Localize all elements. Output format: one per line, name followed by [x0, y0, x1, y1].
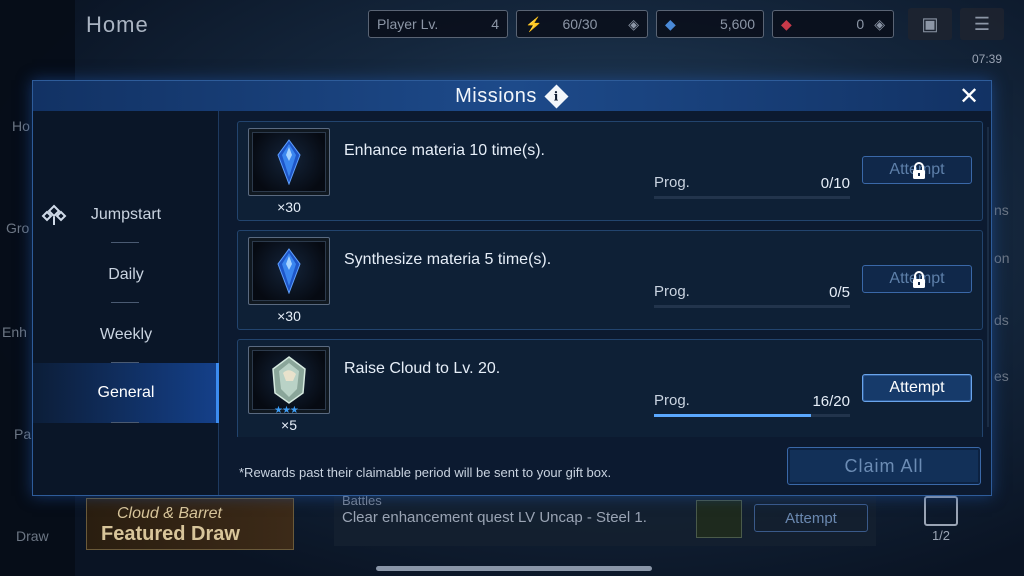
mission-list-scrollbar[interactable]	[987, 127, 989, 427]
red-crystal-box[interactable]: ◆ 0 ◈	[772, 10, 894, 38]
side-nav-group[interactable]: Gro	[6, 220, 29, 236]
mission-row: ★★★ ×5 Raise Cloud to Lv. 20. Prog. 16/2…	[237, 339, 983, 437]
reward-quantity: ×5	[281, 417, 297, 433]
tab-jumpstart[interactable]: Jumpstart	[33, 185, 219, 245]
mission-description: Synthesize materia 5 time(s).	[344, 251, 552, 268]
stamina-value: 60/30	[562, 16, 598, 32]
tab-weekly[interactable]: Weekly	[33, 305, 219, 365]
progress-value: 0/10	[820, 175, 850, 192]
side-nav-draw[interactable]: Draw	[16, 528, 49, 544]
progress-value: 16/20	[812, 393, 850, 410]
add-stamina-icon[interactable]: ◈	[628, 16, 639, 33]
dialog-header: Missions i ✕	[33, 81, 991, 111]
tab-daily[interactable]: Daily	[33, 245, 219, 305]
player-level-label: Player Lv.	[377, 16, 439, 32]
mission-row: ×30 Synthesize materia 5 time(s). Prog. …	[237, 230, 983, 330]
tab-divider	[111, 302, 139, 303]
screen-title: Home	[86, 12, 149, 37]
side-nav-enhance[interactable]: Enh	[2, 324, 27, 340]
player-level-box[interactable]: Player Lv. 4	[368, 10, 508, 38]
quest-strip: Battles Clear enhancement quest LV Uncap…	[334, 493, 876, 546]
quest-description: Clear enhancement quest LV Uncap - Steel…	[342, 509, 647, 526]
missions-dialog: Missions i ✕ Jumpstart Daily Weekly Gene…	[32, 80, 992, 496]
tab-divider	[111, 422, 139, 423]
stamina-box[interactable]: ⚡ 60/30 ◈	[516, 10, 648, 38]
materia-crystal-icon	[277, 248, 301, 294]
quest-attempt-button[interactable]: Attempt	[754, 504, 868, 532]
banner-title: Featured Draw	[101, 523, 240, 545]
reward-item	[248, 237, 330, 305]
blue-gem-icon: ◆	[665, 15, 676, 32]
close-icon[interactable]: ✕	[955, 82, 983, 110]
info-glyph: i	[554, 89, 560, 103]
gift-box-area[interactable]: 1/2	[916, 496, 966, 543]
red-crystal-icon: ◆	[781, 15, 792, 32]
right-nav-fragment: ds	[994, 312, 1009, 328]
progress-label: Prog.	[654, 392, 690, 409]
rewards-footnote: *Rewards past their claimable period wil…	[239, 465, 612, 480]
right-nav-fragment: ns	[994, 202, 1009, 218]
menu-button[interactable]: ☰	[960, 8, 1004, 40]
gift-box-icon	[924, 496, 958, 526]
progress-bar	[654, 196, 850, 199]
clock-readout: 07:39	[971, 52, 1002, 66]
reward-item	[248, 346, 330, 414]
progress-value: 0/5	[829, 284, 850, 301]
lock-icon	[913, 162, 925, 179]
lock-icon	[913, 271, 925, 288]
tab-divider	[111, 242, 139, 243]
home-indicator	[376, 566, 652, 571]
quest-reward-thumbnail	[696, 500, 742, 538]
briefcase-button[interactable]: ▣	[908, 8, 952, 40]
gift-count: 1/2	[931, 528, 951, 543]
progress-bar	[654, 414, 850, 417]
attempt-label: Attempt	[889, 379, 945, 396]
hamburger-icon: ☰	[973, 13, 991, 34]
briefcase-icon: ▣	[921, 13, 939, 34]
lightning-icon: ⚡	[525, 15, 543, 32]
right-nav-fragment: on	[994, 250, 1010, 266]
progress-label: Prog.	[654, 174, 690, 191]
attempt-button[interactable]: Attempt	[862, 156, 972, 184]
mission-list[interactable]: ×30 Enhance materia 10 time(s). Prog. 0/…	[237, 121, 983, 437]
claim-all-button[interactable]: Claim All	[787, 447, 981, 485]
side-nav-party[interactable]: Pa	[14, 426, 31, 442]
red-crystal-value: 0	[856, 16, 865, 32]
info-icon[interactable]: i	[544, 83, 569, 109]
add-crystal-icon[interactable]: ◈	[874, 16, 885, 33]
gems-value: 5,600	[719, 16, 755, 32]
gems-box[interactable]: ◆ 5,600	[656, 10, 764, 38]
progress-label: Prog.	[654, 283, 690, 300]
progress-bar	[654, 305, 850, 308]
reward-quantity: ×30	[277, 199, 301, 215]
mission-row: ×30 Enhance materia 10 time(s). Prog. 0/…	[237, 121, 983, 221]
cloud-memory-crystal-icon	[272, 356, 306, 404]
dialog-title: Missions	[455, 84, 537, 107]
materia-crystal-icon	[277, 139, 301, 185]
rarity-stars: ★★★	[274, 405, 299, 416]
mission-category-tabs: Jumpstart Daily Weekly General	[33, 111, 219, 495]
reward-quantity: ×30	[277, 308, 301, 324]
side-nav-home[interactable]: Ho	[12, 118, 30, 134]
attempt-button[interactable]: Attempt	[862, 265, 972, 293]
banner-subtitle: Cloud & Barret	[117, 505, 222, 522]
right-nav-fragment: es	[994, 368, 1009, 384]
tab-general[interactable]: General	[33, 363, 219, 423]
progress-fill	[654, 414, 811, 417]
mission-description: Enhance materia 10 time(s).	[344, 142, 545, 159]
reward-item	[248, 128, 330, 196]
player-level-value: 4	[491, 16, 499, 32]
mission-description: Raise Cloud to Lv. 20.	[344, 360, 501, 377]
featured-draw-banner[interactable]: Cloud & Barret Featured Draw	[86, 498, 294, 550]
attempt-button[interactable]: Attempt	[862, 374, 972, 402]
